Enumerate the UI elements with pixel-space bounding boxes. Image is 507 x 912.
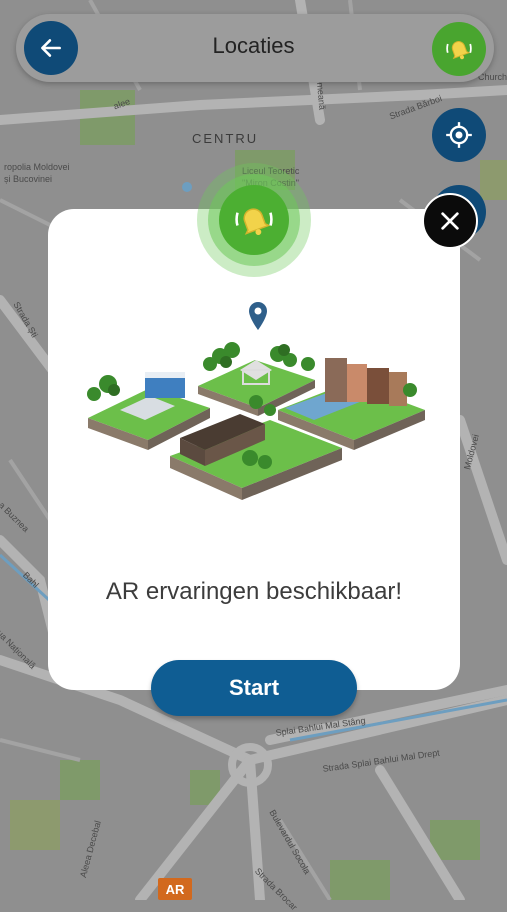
ar-available-message: AR ervaringen beschikbaar! [105,578,403,605]
map-label-centru: CENTRU [192,131,259,146]
ringing-bell-icon [235,208,273,235]
page-title: Locaties [212,33,295,58]
close-icon [441,212,459,230]
ringing-bell-icon [446,41,472,60]
ar-notification-button[interactable] [432,22,486,76]
map-label-mitropolia: ropolia Moldovei [4,162,70,172]
close-button[interactable] [422,193,478,249]
start-button[interactable]: Start [151,660,357,716]
map-pin-icon [249,302,267,330]
dialog-bell-badge [219,185,289,255]
crosshair-icon [446,122,472,148]
map-label-mitropolia-2: și Bucovinei [4,174,53,184]
locate-me-button[interactable] [432,108,486,162]
map-ar-marker[interactable]: AR [158,878,192,900]
city-illustration [87,302,425,500]
